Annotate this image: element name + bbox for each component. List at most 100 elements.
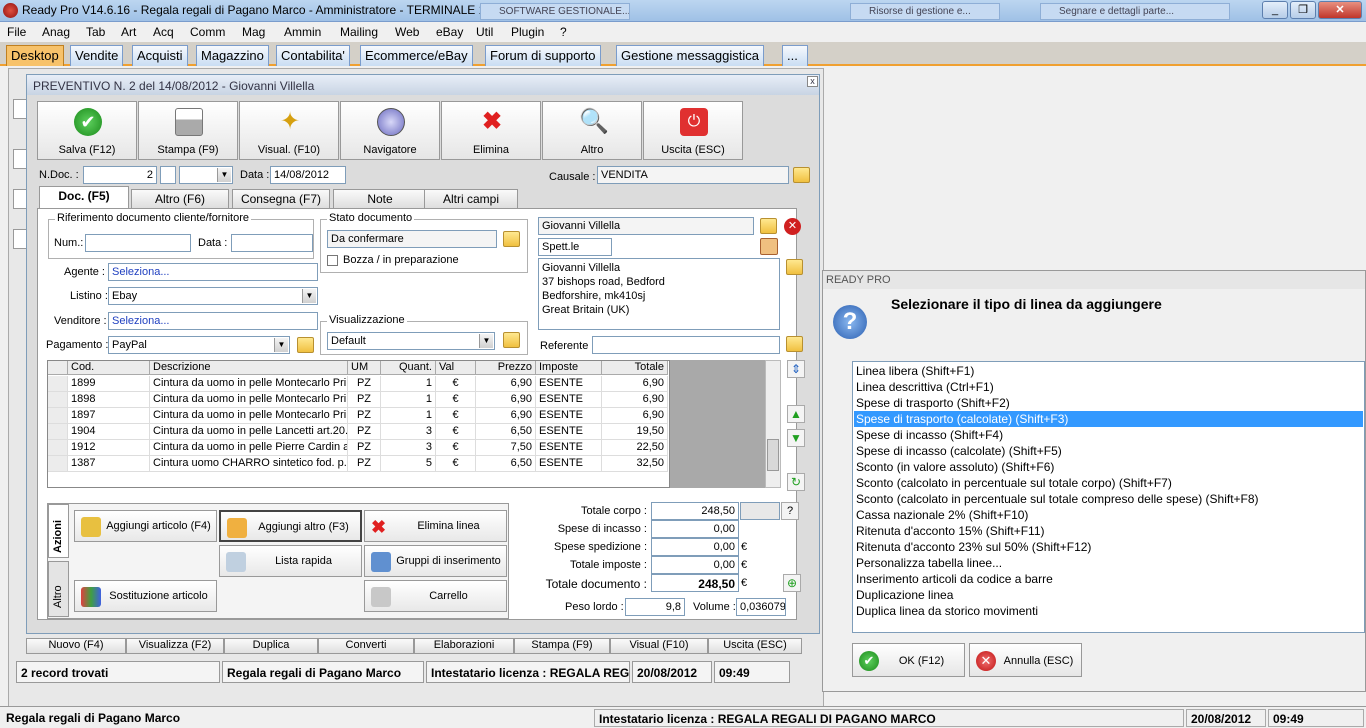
folder-icon[interactable] <box>760 218 777 234</box>
line-type-item[interactable]: Cassa nazionale 2% (Shift+F10) <box>854 507 1363 523</box>
grid-cell[interactable]: 3 <box>381 440 436 456</box>
agente-input[interactable]: Seleziona... <box>108 263 318 281</box>
preview-button[interactable]: ✦ Visual. (F10) <box>239 101 339 160</box>
line-type-item[interactable]: Inserimento articoli da codice a barre <box>854 571 1363 587</box>
listino-select[interactable]: Ebay ▼ <box>108 287 318 305</box>
background-task[interactable]: Risorse di gestione e... <box>850 3 1000 20</box>
folder-icon[interactable] <box>297 337 314 353</box>
stato-input[interactable]: Da confermare <box>327 230 497 248</box>
delete-button[interactable]: ✖ Elimina <box>441 101 541 160</box>
grid-cell[interactable]: 6,90 <box>602 408 668 424</box>
column-header[interactable]: Imposte <box>536 361 602 375</box>
grid-cell[interactable]: 6,90 <box>476 408 536 424</box>
grid-row-header[interactable] <box>48 408 68 424</box>
tab-altri-campi[interactable]: Altri campi <box>424 189 518 208</box>
grid-cell[interactable]: 6,50 <box>476 424 536 440</box>
grid-cell[interactable]: Cintura da uomo in pelle Montecarlo Pri.… <box>150 376 348 392</box>
convert-button[interactable]: Converti <box>318 638 414 654</box>
grid-cell[interactable]: 19,50 <box>602 424 668 440</box>
column-header[interactable]: Descrizione <box>150 361 348 375</box>
grid-cell[interactable]: PZ <box>348 456 381 472</box>
num-input[interactable] <box>85 234 191 252</box>
menu-ammin[interactable]: Ammin <box>284 25 321 39</box>
grid-cell[interactable]: 1 <box>381 376 436 392</box>
column-header[interactable]: Quant. <box>381 361 436 375</box>
grid-cell[interactable]: 1 <box>381 392 436 408</box>
grid-row-header[interactable] <box>48 392 68 408</box>
scrollbar-thumb[interactable] <box>767 439 779 471</box>
address-box[interactable]: Giovanni Villella 37 bishops road, Bedfo… <box>538 258 780 330</box>
replace-article-button[interactable]: Sostituzione articolo <box>74 580 217 612</box>
visual-f10-button[interactable]: Visual (F10) <box>610 638 708 654</box>
grid-scrollbar[interactable] <box>765 360 781 488</box>
data2-input[interactable] <box>231 234 313 252</box>
maximize-button[interactable]: ❐ <box>1290 1 1316 19</box>
navigator-button[interactable]: Navigatore <box>340 101 440 160</box>
folder-icon[interactable] <box>793 167 810 183</box>
tab-consegna[interactable]: Consegna (F7) <box>232 189 330 208</box>
menu-mailing[interactable]: Mailing <box>340 25 378 39</box>
folder-icon[interactable] <box>786 336 803 352</box>
tab-ecommerce[interactable]: Ecommerce/eBay <box>360 45 473 66</box>
tab-altro[interactable]: Altro (F6) <box>131 189 229 208</box>
exit-button[interactable]: ⏻ Uscita (ESC) <box>643 101 743 160</box>
remove-client-icon[interactable]: ✕ <box>784 218 801 235</box>
add-other-button[interactable]: Aggiungi altro (F3) <box>219 510 362 542</box>
grid-row-header[interactable] <box>48 456 68 472</box>
tab-vendite[interactable]: Vendite <box>70 45 124 66</box>
menu-help[interactable]: ? <box>560 25 567 39</box>
tab-messaggistica[interactable]: Gestione messaggistica <box>616 45 765 66</box>
grid-cell[interactable]: 5 <box>381 456 436 472</box>
line-type-item[interactable]: Sconto (calcolato in percentuale sul tot… <box>854 475 1363 491</box>
date-input[interactable]: 14/08/2012 <box>270 166 346 184</box>
grid-cell[interactable]: PZ <box>348 440 381 456</box>
cart-button[interactable]: Carrello <box>364 580 507 612</box>
line-type-item[interactable]: Spese di trasporto (Shift+F2) <box>854 395 1363 411</box>
dialog-close-button[interactable]: x <box>807 76 818 87</box>
grid-cell[interactable]: 7,50 <box>476 440 536 456</box>
line-type-item[interactable]: Linea descrittiva (Ctrl+F1) <box>854 379 1363 395</box>
grid-cell[interactable]: 1904 <box>68 424 150 440</box>
venditore-input[interactable]: Seleziona... <box>108 312 318 330</box>
vtab-altro[interactable]: Altro <box>48 561 69 617</box>
line-type-item[interactable]: Duplica linea da storico movimenti <box>854 603 1363 619</box>
grid-cell[interactable]: ESENTE <box>536 376 602 392</box>
line-type-item[interactable]: Personalizza tabella linee... <box>854 555 1363 571</box>
minimize-button[interactable]: _ <box>1262 1 1288 19</box>
grid-cell[interactable]: € <box>436 376 476 392</box>
grid-cell[interactable]: ESENTE <box>536 392 602 408</box>
grid-cell[interactable]: € <box>436 424 476 440</box>
column-header[interactable]: Val <box>436 361 476 375</box>
line-type-item[interactable]: Linea libera (Shift+F1) <box>854 363 1363 379</box>
tab-note[interactable]: Note <box>333 189 427 208</box>
quick-list-button[interactable]: Lista rapida <box>219 545 362 577</box>
grid-row-header[interactable] <box>48 424 68 440</box>
cancel-button[interactable]: ✕ Annulla (ESC) <box>969 643 1082 677</box>
ndoc-series-select[interactable]: ▼ <box>179 166 233 184</box>
menu-util[interactable]: Util <box>476 25 493 39</box>
pagamento-select[interactable]: PayPal ▼ <box>108 336 290 354</box>
grid-cell[interactable]: 3 <box>381 424 436 440</box>
tab-doc[interactable]: Doc. (F5) <box>39 186 129 209</box>
folder-icon[interactable] <box>786 259 803 275</box>
column-header[interactable]: Cod. <box>68 361 150 375</box>
menu-art[interactable]: Art <box>121 25 136 39</box>
line-type-item[interactable]: Spese di incasso (Shift+F4) <box>854 427 1363 443</box>
column-header[interactable]: Prezzo <box>476 361 536 375</box>
grid-cell[interactable]: € <box>436 440 476 456</box>
folder-icon[interactable] <box>503 231 520 247</box>
menu-anag[interactable]: Anag <box>42 25 70 39</box>
grid-cell[interactable]: € <box>436 408 476 424</box>
line-type-item[interactable]: Spese di trasporto (calcolate) (Shift+F3… <box>854 411 1363 427</box>
contact-icon[interactable] <box>760 238 778 255</box>
ok-button[interactable]: ✔ OK (F12) <box>852 643 965 677</box>
grid-cell[interactable]: ESENTE <box>536 440 602 456</box>
line-type-list[interactable]: Linea libera (Shift+F1) Linea descrittiva… <box>852 361 1365 633</box>
view-button[interactable]: Visualizza (F2) <box>126 638 224 654</box>
add-article-button[interactable]: Aggiungi articolo (F4) <box>74 510 217 542</box>
column-header[interactable]: Totale <box>602 361 668 375</box>
line-type-item[interactable]: Spese di incasso (calcolate) (Shift+F5) <box>854 443 1363 459</box>
grid-cell[interactable]: Cintura uomo CHARRO sintetico fod. p... <box>150 456 348 472</box>
grid-row-header[interactable] <box>48 376 68 392</box>
ndoc-suffix-input[interactable] <box>160 166 176 184</box>
